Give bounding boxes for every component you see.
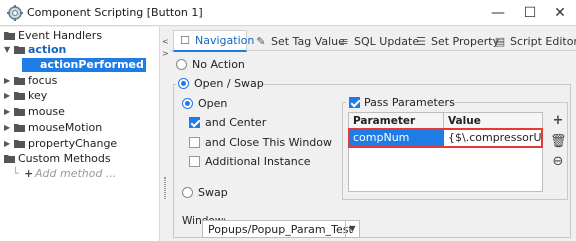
action-tabs: ☐ Navigation ✎ Set Tag Value ≡ SQL Update ☰… <box>170 27 576 52</box>
tree-item-actionperformed[interactable]: actionPerformed <box>22 58 146 72</box>
tab-label: Set Property <box>431 35 500 48</box>
and-center-label: and Center <box>205 116 267 129</box>
event-handler-tree: Event Handlers ▼ action actionPerformed … <box>0 27 160 241</box>
window-select[interactable]: Popups/Popup_Param_Test ▼ <box>202 220 360 238</box>
window-select-value: Popups/Popup_Param_Test <box>208 223 353 236</box>
chevron-right-icon[interactable]: ▶ <box>4 107 10 116</box>
splitter-grip[interactable] <box>164 177 166 199</box>
tree-item-key[interactable]: ▶ key <box>0 89 160 103</box>
additional-instance-checkbox[interactable] <box>189 156 200 167</box>
folder-icon <box>14 92 25 100</box>
tab-label: SQL Update <box>354 35 420 48</box>
tag-icon: ✎ <box>256 35 266 48</box>
column-header-parameter-name: Parameter Name <box>349 113 444 143</box>
tree-item-propertychange[interactable]: ▶ propertyChange <box>0 137 160 151</box>
tab-navigation[interactable]: ☐ Navigation <box>173 30 254 52</box>
and-close-checkbox[interactable] <box>189 137 200 148</box>
chevron-right-icon[interactable]: ▶ <box>4 76 10 85</box>
tab-sql-update[interactable]: ≡ SQL Update <box>338 31 419 50</box>
no-action-radio[interactable] <box>176 59 187 70</box>
tree-item-label: actionPerformed <box>40 58 144 71</box>
folder-icon <box>14 140 25 148</box>
close-button[interactable]: ✕ <box>540 0 576 26</box>
tree-custom-methods-label: Custom Methods <box>18 152 111 165</box>
folder-open-icon <box>4 32 15 40</box>
tree-item-mousemotion[interactable]: ▶ mouseMotion <box>0 121 160 135</box>
chevron-down-icon[interactable]: ▼ <box>345 221 359 237</box>
open-label: Open <box>198 97 228 110</box>
window-icon: ☐ <box>180 34 190 47</box>
chevron-down-icon[interactable]: ▼ <box>4 45 10 54</box>
tree-item-label: mouseMotion <box>28 121 103 134</box>
folder-open-icon <box>4 155 15 163</box>
tree-item-mouse[interactable]: ▶ mouse <box>0 105 160 119</box>
trash-icon[interactable]: 🗑 <box>550 134 567 150</box>
plus-icon: + <box>24 167 34 180</box>
no-action-label: No Action <box>192 58 245 71</box>
tree-item-action[interactable]: ▼ action <box>0 43 160 57</box>
expand-right-icon[interactable]: > <box>162 49 169 58</box>
tab-label: Navigation <box>195 34 255 47</box>
window-title: Component Scripting [Button 1] <box>27 6 203 19</box>
folder-icon <box>14 108 25 116</box>
and-close-label: and Close This Window <box>205 136 332 149</box>
tree-item-focus[interactable]: ▶ focus <box>0 74 160 88</box>
and-center-checkbox[interactable] <box>189 117 200 128</box>
additional-instance-label: Additional Instance <box>205 155 311 168</box>
swap-label: Swap <box>198 186 228 199</box>
tree-item-label: key <box>28 89 48 102</box>
highlight-box <box>348 128 543 148</box>
title-bar: Component Scripting [Button 1] — ☐ ✕ <box>0 0 576 26</box>
tab-label: Script Editor <box>510 35 576 48</box>
collapse-left-icon[interactable]: < <box>162 37 169 46</box>
chevron-right-icon[interactable]: ▶ <box>4 91 10 100</box>
open-swap-radio[interactable] <box>178 78 189 89</box>
tree-custom-methods[interactable]: Custom Methods <box>0 152 160 166</box>
tree-root-label: Event Handlers <box>18 29 103 42</box>
column-header-value: Value <box>444 113 542 129</box>
gear-icon <box>7 5 23 21</box>
tree-item-label: propertyChange <box>28 137 118 150</box>
tab-label: Set Tag Value <box>271 35 345 48</box>
tree-connector: └ <box>12 167 19 180</box>
property-icon: ☰ <box>416 35 426 48</box>
tree-item-label: mouse <box>28 105 65 118</box>
open-radio[interactable] <box>182 98 193 109</box>
tab-set-property[interactable]: ☰ Set Property <box>415 31 499 50</box>
tree-root[interactable]: Event Handlers <box>0 29 160 43</box>
tab-set-tag-value[interactable]: ✎ Set Tag Value <box>255 31 345 50</box>
tree-item-label: action <box>28 43 67 56</box>
folder-open-icon <box>14 46 25 54</box>
parameters-table: Parameter Name Value compNum {$\.compres… <box>348 112 543 192</box>
link-icon[interactable]: ⊖ <box>550 154 566 170</box>
pass-parameters-label: Pass Parameters <box>364 96 455 109</box>
add-parameter-button[interactable]: + <box>550 113 566 129</box>
add-method-link[interactable]: └ + Add method ... <box>0 167 160 181</box>
action-config-panel: ☐ Navigation ✎ Set Tag Value ≡ SQL Update ☰… <box>170 27 576 241</box>
script-icon: ▤ <box>494 35 506 48</box>
chevron-right-icon[interactable]: ▶ <box>4 123 10 132</box>
pass-parameters-checkbox[interactable] <box>349 97 360 108</box>
chevron-right-icon[interactable]: ▶ <box>4 139 10 148</box>
tab-script-editor[interactable]: ▤ Script Editor <box>494 31 576 50</box>
folder-icon <box>14 124 25 132</box>
swap-radio[interactable] <box>182 187 193 198</box>
tree-item-label: focus <box>28 74 58 87</box>
folder-icon <box>14 77 25 85</box>
open-swap-label: Open / Swap <box>194 77 264 90</box>
add-method-label: Add method ... <box>35 167 117 180</box>
splitter[interactable]: < > <box>161 27 169 241</box>
database-icon: ≡ <box>339 35 349 48</box>
